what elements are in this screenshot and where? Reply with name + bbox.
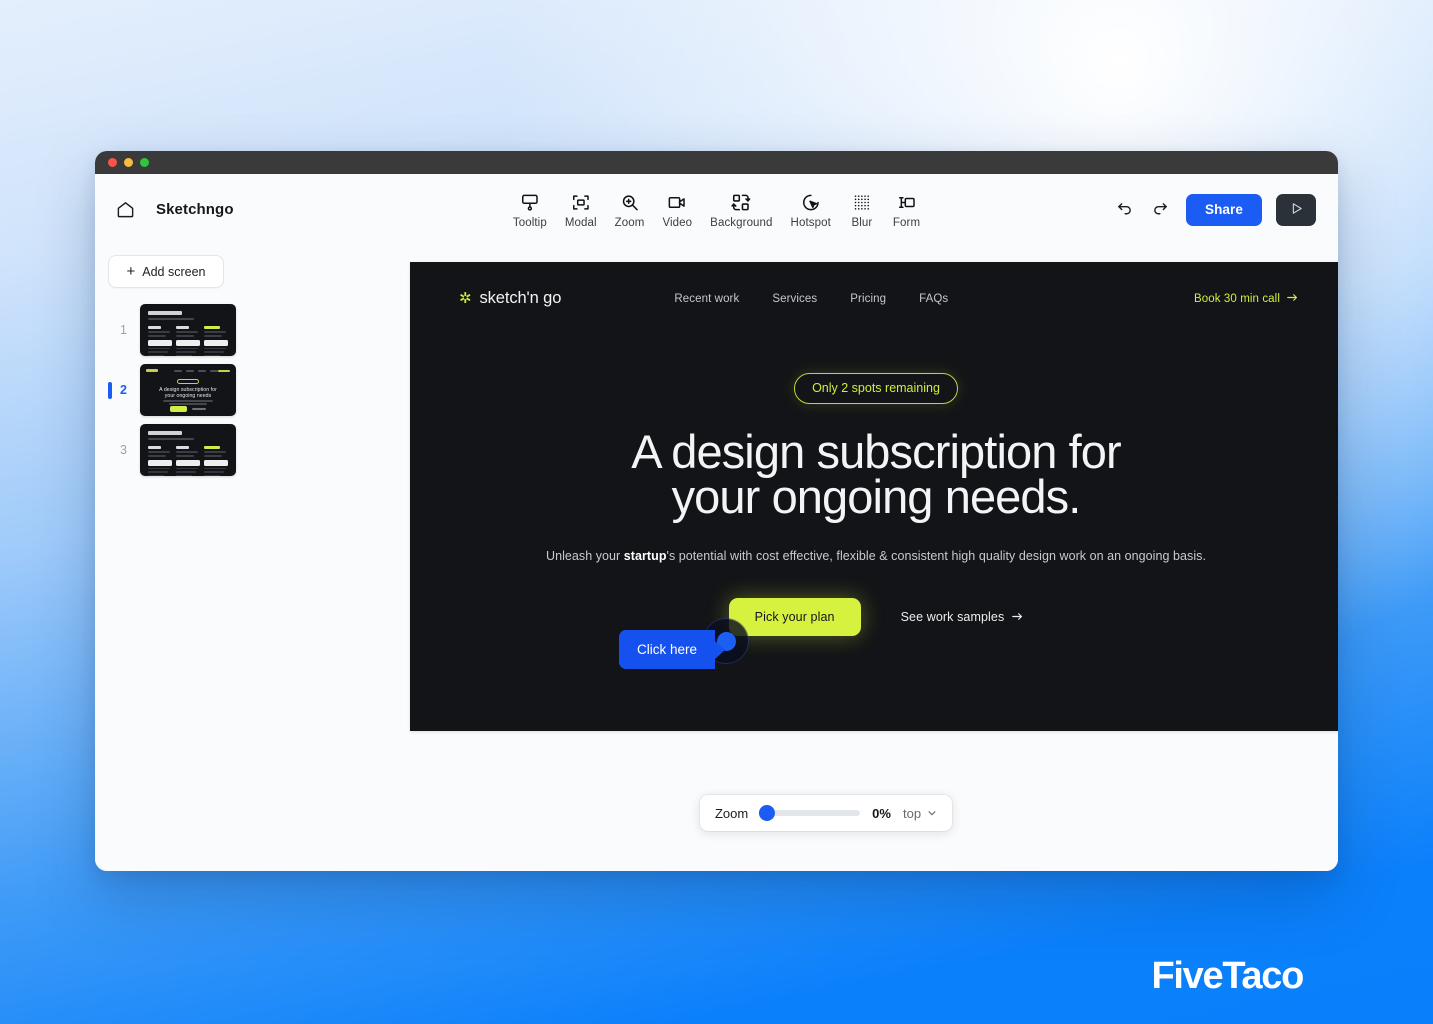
nav-link-pricing[interactable]: Pricing: [850, 293, 886, 305]
undo-icon[interactable]: [1114, 199, 1136, 221]
preview-play-button[interactable]: [1276, 193, 1316, 226]
arrow-right-icon: [1012, 610, 1023, 624]
home-icon[interactable]: [116, 200, 135, 219]
nav-link-recent-work[interactable]: Recent work: [674, 293, 739, 305]
screen-number: 2: [120, 383, 127, 397]
form-icon: [897, 193, 916, 212]
tooltip-icon: [520, 193, 539, 212]
maximize-window-button[interactable]: [140, 158, 149, 167]
chevron-down-icon: [927, 806, 937, 821]
site-navbar: ✲ sketch'n go Recent work Services Prici…: [410, 262, 1338, 308]
screen-thumbnail[interactable]: [140, 304, 236, 356]
hero-subtext-before: Unleash your: [546, 549, 624, 563]
screen-item-3[interactable]: 3: [108, 424, 314, 476]
blur-icon: [852, 193, 871, 212]
hotspot-icon: [801, 193, 820, 212]
site-nav-links: Recent work Services Pricing FAQs: [674, 293, 948, 305]
video-icon: [668, 193, 687, 212]
tool-background[interactable]: Background: [701, 189, 781, 231]
hero-subtext: Unleash your startup's potential with co…: [410, 547, 1338, 567]
share-button[interactable]: Share: [1185, 193, 1262, 226]
arrow-right-icon: [1287, 293, 1298, 305]
minimize-window-button[interactable]: [124, 158, 133, 167]
screen-item-1[interactable]: 1: [108, 304, 314, 356]
tool-label: Zoom: [614, 216, 645, 229]
tooltip-arrow-icon: [715, 640, 726, 659]
site-logo-text: sketch'n go: [479, 289, 562, 307]
canvas-area: ✲ sketch'n go Recent work Services Prici…: [314, 245, 1338, 871]
hero-headline-line-2: your ongoing needs.: [671, 470, 1082, 523]
tool-label: Video: [662, 216, 693, 229]
tool-zoom[interactable]: Zoom: [606, 189, 654, 231]
screen-thumbnail[interactable]: [140, 424, 236, 476]
brand-area: Sketchngo: [116, 200, 234, 219]
tool-label: Background: [710, 216, 773, 229]
hero-subtext-after: 's potential with cost effective, flexib…: [666, 549, 1206, 563]
book-call-link[interactable]: Book 30 min call: [1194, 293, 1298, 305]
add-screen-label: Add screen: [142, 264, 206, 279]
project-title: Sketchngo: [156, 201, 234, 218]
zoom-label: Zoom: [714, 805, 749, 821]
window-titlebar: [95, 151, 1338, 174]
modal-icon: [571, 193, 590, 212]
close-window-button[interactable]: [108, 158, 117, 167]
zoom-value: 0%: [872, 805, 891, 821]
tool-video[interactable]: Video: [653, 189, 701, 231]
site-logo[interactable]: ✲ sketch'n go: [459, 289, 561, 308]
tool-form[interactable]: Form: [884, 189, 929, 231]
play-icon: [1289, 201, 1304, 219]
pick-your-plan-button[interactable]: Pick your plan: [728, 597, 861, 636]
selection-indicator: [108, 381, 112, 399]
tooltip-overlay[interactable]: Click here: [619, 630, 726, 669]
screen-number: 3: [120, 443, 127, 457]
tool-label: Form: [892, 216, 921, 229]
app-header: Sketchngo Tooltip Modal Zoom Video Backg…: [95, 174, 1338, 245]
see-work-samples-link[interactable]: See work samples: [901, 610, 1024, 624]
tool-label: Blur: [851, 216, 873, 229]
nav-link-faqs[interactable]: FAQs: [919, 293, 948, 305]
tooltip-text: Click here: [619, 630, 716, 669]
zoom-toolbar: Zoom 0% top: [699, 795, 953, 831]
tool-label: Hotspot: [790, 216, 831, 229]
tool-hotspot[interactable]: Hotspot: [782, 189, 840, 231]
app-body: + Add screen 1 2 A design subscription f…: [95, 245, 1338, 871]
zoom-position-value: top: [902, 805, 922, 821]
screen-preview[interactable]: ✲ sketch'n go Recent work Services Prici…: [410, 262, 1338, 731]
screens-list: 1 2 A design subscription for your ongoi…: [108, 304, 314, 476]
redo-icon[interactable]: [1150, 199, 1172, 221]
zoom-position-select[interactable]: top: [903, 806, 937, 821]
app-root: Sketchngo Tooltip Modal Zoom Video Backg…: [95, 174, 1338, 871]
zoom-slider[interactable]: [759, 805, 861, 821]
tool-label: Modal: [564, 216, 597, 229]
tool-label: Tooltip: [512, 216, 547, 229]
fivetaco-watermark: FiveTaco: [1151, 955, 1304, 997]
hero-section: Only 2 spots remaining A design subscrip…: [410, 373, 1338, 636]
zoom-slider-knob[interactable]: [759, 805, 776, 821]
tools-toolbar: Tooltip Modal Zoom Video Background Hots…: [504, 189, 929, 231]
screen-thumbnail[interactable]: A design subscription for your ongoing ne…: [140, 364, 236, 416]
app-window: Sketchngo Tooltip Modal Zoom Video Backg…: [95, 151, 1338, 871]
book-call-label: Book 30 min call: [1194, 292, 1280, 305]
see-work-samples-label: See work samples: [900, 609, 1005, 624]
zoom-icon: [620, 193, 639, 212]
selection-indicator: [108, 442, 112, 459]
spots-remaining-badge: Only 2 spots remaining: [794, 373, 958, 404]
add-screen-button[interactable]: + Add screen: [108, 255, 224, 288]
header-actions: Share: [1114, 193, 1316, 226]
hero-headline: A design subscription for your ongoing n…: [410, 425, 1338, 523]
screen-item-2[interactable]: 2 A design subscription for your ongoing …: [108, 364, 314, 416]
hero-subtext-bold: startup: [623, 549, 667, 563]
background-icon: [731, 193, 751, 212]
selection-indicator: [108, 322, 112, 339]
asterisk-icon: ✲: [459, 290, 472, 307]
nav-link-services[interactable]: Services: [772, 293, 817, 305]
tool-blur[interactable]: Blur: [840, 189, 884, 231]
plus-icon: +: [126, 263, 136, 280]
tool-modal[interactable]: Modal: [556, 189, 606, 231]
tool-tooltip[interactable]: Tooltip: [504, 189, 556, 231]
hero-headline-line-1: A design subscription for: [631, 425, 1121, 478]
hero-cta-row: Pick your plan See work samples: [410, 597, 1338, 636]
screens-sidebar: + Add screen 1 2 A design subscription f…: [95, 245, 314, 871]
screen-number: 1: [120, 323, 127, 337]
